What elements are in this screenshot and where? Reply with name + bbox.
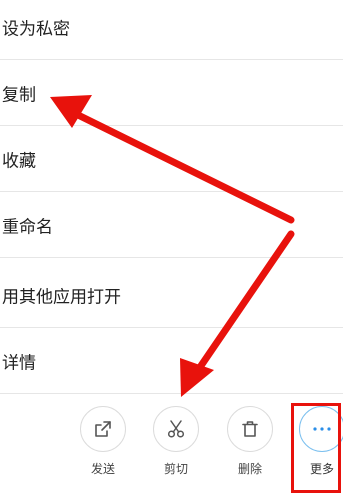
- menu-item-copy[interactable]: 复制: [0, 60, 343, 126]
- cut-button[interactable]: 剪切: [147, 406, 207, 486]
- menu-item-label: 复制: [2, 85, 36, 105]
- delete-label: 删除: [237, 462, 262, 476]
- menu-item-favorite[interactable]: 收藏: [0, 126, 343, 192]
- menu-item-set-private[interactable]: 设为私密: [0, 0, 343, 60]
- menu-item-rename[interactable]: 重命名: [0, 192, 343, 258]
- cut-button-circle[interactable]: [153, 406, 199, 452]
- cut-label: 剪切: [163, 462, 188, 476]
- send-button-circle[interactable]: [80, 406, 126, 452]
- more-label: 更多: [309, 462, 334, 476]
- more-dots-icon: [313, 427, 331, 431]
- menu-item-label: 收藏: [2, 151, 36, 171]
- delete-button[interactable]: 删除: [221, 406, 281, 486]
- menu-item-open-with[interactable]: 用其他应用打开: [0, 262, 343, 328]
- menu-item-label: 用其他应用打开: [2, 287, 121, 307]
- share-icon: [95, 421, 111, 437]
- send-button[interactable]: 发送: [74, 406, 134, 486]
- delete-button-circle[interactable]: [227, 406, 273, 452]
- send-label: 发送: [90, 462, 115, 476]
- bottom-toolbar: 发送 剪切 删除 更多: [0, 398, 343, 498]
- menu-item-label: 设为私密: [2, 19, 70, 39]
- menu-item-details[interactable]: 详情: [0, 328, 343, 394]
- menu-item-label: 详情: [2, 353, 36, 373]
- scissors-icon: [167, 420, 185, 438]
- more-button[interactable]: 更多: [293, 406, 343, 486]
- more-button-circle[interactable]: [299, 406, 343, 452]
- menu-item-label: 重命名: [2, 217, 53, 237]
- trash-icon: [242, 421, 258, 437]
